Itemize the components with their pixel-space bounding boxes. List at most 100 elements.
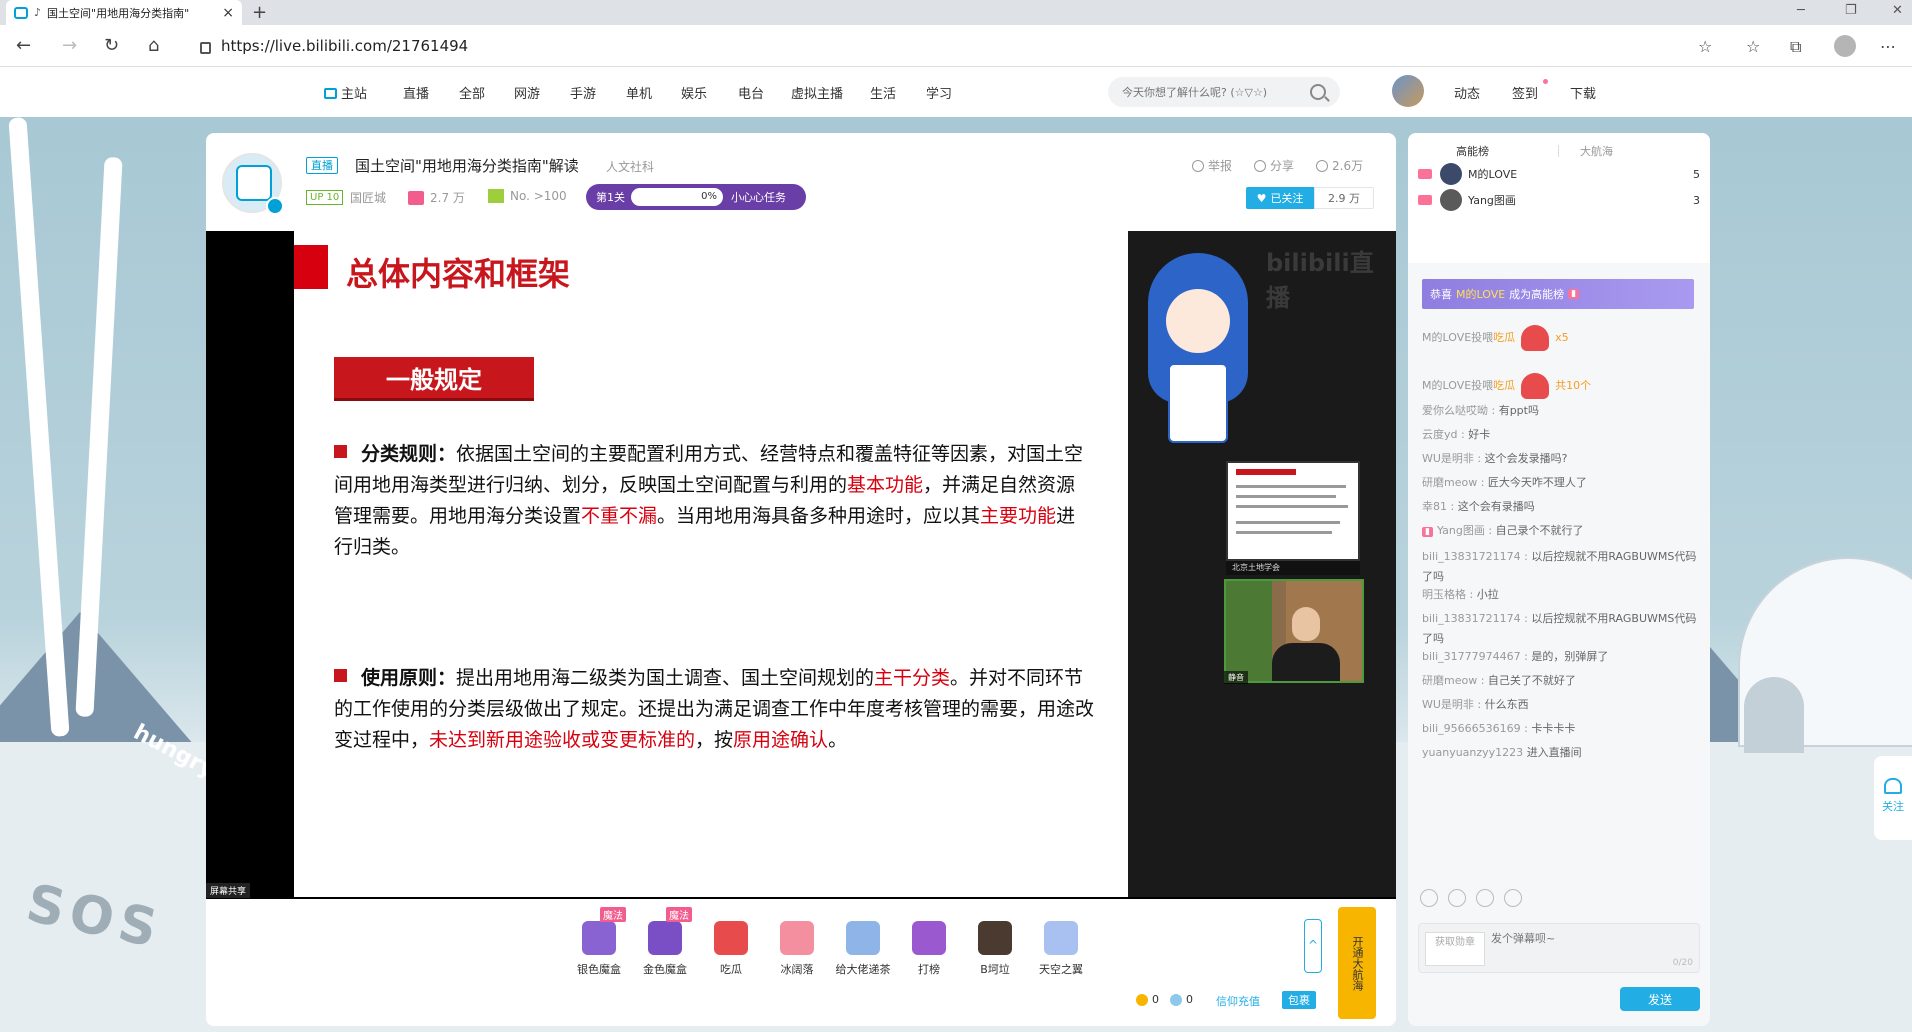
chat-message[interactable]: bili_31777974467 : 是的，别弹屏了 <box>1422 647 1698 667</box>
area-label[interactable]: 国匠城 <box>350 189 386 206</box>
gift-item[interactable]: 冰阔落 <box>762 921 832 977</box>
restore-icon[interactable]: ❐ <box>1845 3 1857 18</box>
gift-item[interactable]: 天空之翼 <box>1026 921 1096 977</box>
gift-item[interactable]: 金色魔盒 魔法 <box>630 907 700 977</box>
nav-dynamics[interactable]: 动态 <box>1454 83 1480 102</box>
nav-mobile-games[interactable]: 手游 <box>570 83 596 102</box>
nav-checkin[interactable]: 签到 <box>1512 83 1538 102</box>
tab-close-icon[interactable]: × <box>222 5 234 21</box>
task-progress-bar[interactable]: 第1关 0% 小心心任务 <box>586 184 806 210</box>
nav-life[interactable]: 生活 <box>870 83 896 102</box>
chat-username[interactable]: 研磨meow <box>1422 674 1477 687</box>
gift-item[interactable]: 银色魔盒 魔法 <box>564 907 634 977</box>
video-player[interactable]: 总体内容和框架 一般规定 分类规则：依据国土空间的主要配置利用方式、经营特点和覆… <box>206 231 1396 899</box>
search-input[interactable] <box>1122 85 1310 99</box>
chat-username[interactable]: 云度yd <box>1422 428 1458 441</box>
profile-avatar[interactable] <box>1834 35 1856 57</box>
forward-icon[interactable]: → <box>62 35 77 56</box>
chat-username[interactable]: yuanyuanzyy1223 <box>1422 746 1523 759</box>
guard-banner[interactable]: 开通大航海 <box>1338 907 1376 1019</box>
chat-username[interactable]: M的LOVE <box>1422 331 1471 344</box>
rank-stat[interactable]: No. >100 <box>488 189 567 203</box>
url-field[interactable]: https://live.bilibili.com/21761494 <box>186 31 1706 61</box>
send-button[interactable]: 发送 <box>1620 987 1700 1011</box>
search-icon[interactable] <box>1310 84 1326 100</box>
recharge-link[interactable]: 信仰充值 <box>1216 993 1260 1009</box>
nav-radio[interactable]: 电台 <box>738 83 764 102</box>
chat-message[interactable]: bili_13831721174 : 以后控规就不用RAGBUWMS代码了吗 <box>1422 547 1698 587</box>
rank-row[interactable]: Yang图画 3 <box>1418 187 1700 213</box>
palette-icon[interactable] <box>1448 889 1466 907</box>
search-box[interactable] <box>1108 77 1340 107</box>
nav-virtual[interactable]: 虚拟主播 <box>791 83 843 102</box>
favorites-icon[interactable]: ☆ <box>1746 37 1760 56</box>
reload-icon[interactable]: ↻ <box>104 35 119 56</box>
emoji-icon[interactable] <box>1420 889 1438 907</box>
star-icon[interactable]: ☆ <box>1698 37 1712 56</box>
gift-item[interactable]: 吃瓜 <box>696 921 766 977</box>
chat-username[interactable]: 幸81 <box>1422 500 1447 513</box>
chat-message[interactable]: WU是明非 : 什么东西 <box>1422 695 1698 715</box>
nav-main-site[interactable]: 主站 <box>324 83 367 102</box>
chat-username[interactable]: 明玉格格 <box>1422 588 1466 601</box>
bag-button[interactable]: 包裹 <box>1282 991 1316 1009</box>
follow-button[interactable]: ♥ 已关注 <box>1246 187 1314 209</box>
window-close-icon[interactable]: ✕ <box>1892 3 1903 18</box>
room-category[interactable]: 人文社科 <box>606 158 654 175</box>
chat-message[interactable]: 幸81 : 这个会有录播吗 <box>1422 497 1698 517</box>
rank-row[interactable]: M的LOVE 5 <box>1418 161 1700 187</box>
side-follow-button[interactable]: 关注 <box>1874 756 1912 840</box>
chat-message[interactable]: WU是明非 : 这个会发录播吗? <box>1422 449 1698 469</box>
chat-message[interactable]: 明玉格格 : 小拉 <box>1422 585 1698 605</box>
chat-message[interactable]: bili_13831721174 : 以后控规就不用RAGBUWMS代码了吗 <box>1422 609 1698 649</box>
chat-message[interactable]: bili_95666536169 : 卡卡卡卡 <box>1422 719 1698 739</box>
tab-guard[interactable]: 大航海 <box>1580 143 1613 159</box>
danmaku-input[interactable] <box>1491 930 1691 966</box>
back-icon[interactable]: ← <box>16 35 31 56</box>
chat-username[interactable]: WU是明非 <box>1422 698 1474 711</box>
chat-username[interactable]: 研磨meow <box>1422 476 1477 489</box>
gift-item[interactable]: 打榜 <box>894 921 964 977</box>
nav-download[interactable]: 下载 <box>1570 83 1596 102</box>
collections-icon[interactable]: ⧉ <box>1790 37 1801 57</box>
chat-username[interactable]: 爱你么哒哎呦 <box>1422 404 1488 417</box>
nav-all[interactable]: 全部 <box>459 83 485 102</box>
chat-message[interactable]: 云度yd : 好卡 <box>1422 425 1698 445</box>
chat-username[interactable]: WU是明非 <box>1422 452 1474 465</box>
report-button[interactable]: 举报 <box>1192 157 1232 174</box>
speaker-icon[interactable]: ♪ <box>34 6 41 19</box>
chat-username[interactable]: bili_13831721174 <box>1422 612 1521 625</box>
settings-icon[interactable] <box>1476 889 1494 907</box>
browser-tab[interactable]: ♪ 国土空间"用地用海分类指南" × <box>6 0 242 25</box>
home-icon[interactable]: ⌂ <box>148 35 159 56</box>
clear-icon[interactable] <box>1504 889 1522 907</box>
gift-message[interactable]: M的LOVE投喂吃瓜 x5 <box>1422 325 1698 351</box>
nav-single-games[interactable]: 单机 <box>626 83 652 102</box>
chat-message[interactable]: 爱你么哒哎呦 : 有ppt吗 <box>1422 401 1698 421</box>
chat-username[interactable]: bili_95666536169 <box>1422 722 1521 735</box>
nav-study[interactable]: 学习 <box>926 83 952 102</box>
minimize-icon[interactable]: ─ <box>1797 3 1805 18</box>
nav-online-games[interactable]: 网游 <box>514 83 540 102</box>
chat-username[interactable]: M的LOVE <box>1422 379 1471 392</box>
chat-message[interactable]: 研磨meow : 自己关了不就好了 <box>1422 671 1698 691</box>
gift-item[interactable]: B坷垃 <box>960 921 1030 977</box>
chat-message[interactable]: ▮ Yang图画 : 自己录个不就行了 <box>1422 521 1698 542</box>
gift-count: 共10个 <box>1555 379 1592 392</box>
chat-username[interactable]: bili_31777974467 <box>1422 650 1521 663</box>
chat-message[interactable]: 研磨meow : 匠大今天咋不理人了 <box>1422 473 1698 493</box>
chat-username[interactable]: Yang图画 <box>1437 524 1485 537</box>
enter-message[interactable]: yuanyuanzyy1223 进入直播间 <box>1422 743 1698 763</box>
nav-entertainment[interactable]: 娱乐 <box>681 83 707 102</box>
user-avatar[interactable] <box>1392 75 1424 107</box>
gift-message[interactable]: M的LOVE投喂吃瓜 共10个 <box>1422 373 1698 399</box>
chat-username[interactable]: bili_13831721174 <box>1422 550 1521 563</box>
new-tab-icon[interactable]: + <box>252 2 267 23</box>
gift-item[interactable]: 给大佬递茶 <box>828 921 898 977</box>
medal-button[interactable]: 获取勋章 <box>1425 932 1485 966</box>
gift-expand-icon[interactable]: ^ <box>1304 919 1322 973</box>
share-button[interactable]: 分享 <box>1254 157 1294 174</box>
tab-high-energy[interactable]: 高能榜 <box>1456 143 1489 159</box>
more-menu-icon[interactable]: ⋯ <box>1880 37 1896 56</box>
nav-live[interactable]: 直播 <box>403 83 429 102</box>
